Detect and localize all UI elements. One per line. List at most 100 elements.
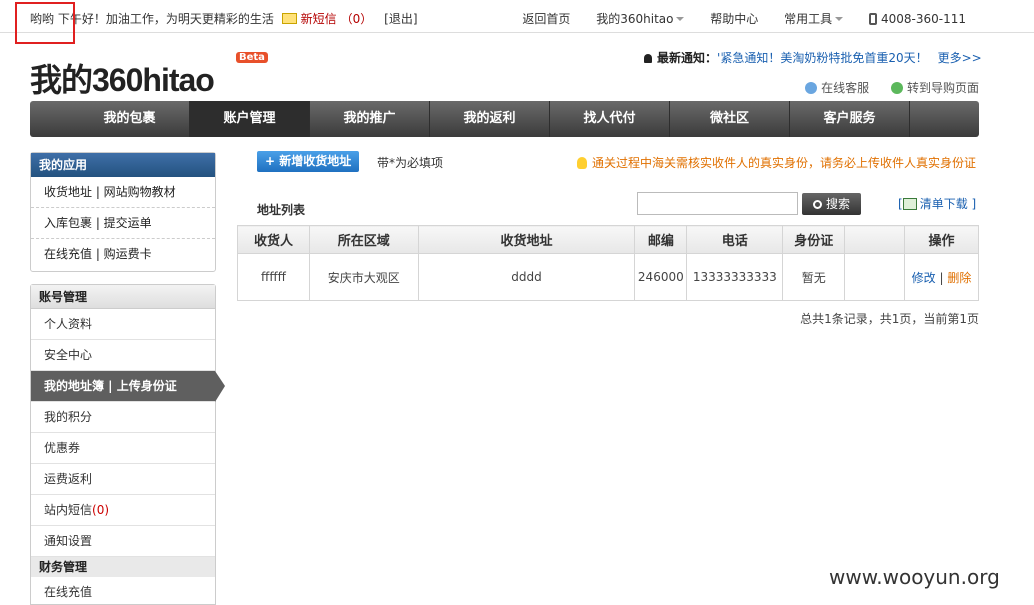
watermark: www.wooyun.org [829,565,1000,589]
active-arrow-icon [215,371,225,402]
spreadsheet-icon [902,198,917,210]
account-title: 账号管理 [31,285,215,309]
sidebar-item-online-recharge[interactable]: 在线充值 [31,577,215,605]
bracket-right: ] [971,197,977,211]
home-link[interactable]: 返回首页 [522,10,570,27]
main-nav: 我的包裹 账户管理 我的推广 我的返利 找人代付 微社区 客户服务 [30,101,979,137]
cell-extra [844,253,906,301]
shopping-guide-link[interactable]: 转到导购页面 [890,81,979,95]
pagination-summary: 总共1条记录，共1页，当前第1页 [800,312,979,326]
messages-count: （0） [340,12,373,26]
sidebar-item-shipping-rebate[interactable]: 运费返利 [31,464,215,495]
edit-link[interactable]: 修改 [912,271,936,285]
action-separator: | [939,270,944,285]
sidebar-item-messages[interactable]: 站内短信(0) [31,495,215,526]
tools-menu[interactable]: 常用工具 [784,10,844,27]
tab-customer-service[interactable]: 客户服务 [790,101,910,137]
tab-micro-community[interactable]: 微社区 [670,101,790,137]
search-input[interactable] [637,192,798,215]
finance-title: 财务管理 [31,557,215,577]
col-actions: 操作 [904,225,979,254]
search-button[interactable]: 搜索 [802,193,861,215]
lightbulb-icon [577,157,587,169]
cell-id-card: 暂无 [782,253,846,301]
cell-zip: 246000 [634,253,688,301]
online-service-link[interactable]: 在线客服 [805,81,869,95]
col-zip: 邮编 [634,225,688,254]
top-links: 返回首页 我的360hitao 帮助中心 常用工具 4008-360-111 [500,10,966,27]
col-extra [844,225,906,254]
site-logo[interactable]: 我的360hitao [30,55,215,101]
customer-service-icon [805,82,818,94]
help-link[interactable]: 帮助中心 [710,10,758,27]
my-apps-title: 我的应用 [31,153,215,177]
header-links: 在线客服 转到导购页面 [787,79,979,96]
my-360hitao-label: 我的360hitao [596,12,674,26]
customs-tip: 通关过程中海关需核实收件人的真实身份，请务必上传收件人真实身份证 [577,154,976,171]
required-note: 带*为必填项 [377,156,444,170]
my-apps-panel: 我的应用 收货地址 | 网站购物教材 入库包裹 | 提交运单 在线充值 | 购运… [30,152,216,272]
col-id-card: 身份证 [782,225,846,254]
col-region: 所在区域 [308,225,419,254]
cell-recipient: ffffff [237,253,310,301]
chevron-down-icon [835,17,844,21]
envelope-icon [281,13,297,24]
shopping-guide-label: 转到导购页面 [906,81,979,95]
online-service-label: 在线客服 [821,81,870,95]
sidebar-item-inbound-waybill[interactable]: 入库包裹 | 提交运单 [31,208,215,239]
phone-text: 4008-360-111 [880,12,966,26]
address-list-title: 地址列表 [257,203,306,217]
search-button-label: 搜索 [825,197,850,211]
notice-link[interactable]: '紧急通知！美淘奶粉特批免首重20天！ [717,51,928,65]
account-panel: 账号管理 个人资料 安全中心 我的地址簿 | 上传身份证 我的积分 优惠券 运费… [30,284,225,605]
add-address-button[interactable]: + 新增收货地址 [257,151,360,172]
phone-number: 4008-360-111 [868,12,966,26]
search-icon [812,200,822,209]
delete-link[interactable]: 删除 [947,271,971,285]
table-header-row: 收货人 所在区域 收货地址 邮编 电话 身份证 操作 [237,225,979,254]
messages-label: 站内短信 [44,503,93,517]
sidebar-item-security[interactable]: 安全中心 [31,340,215,371]
cell-address: dddd [417,253,636,301]
sidebar-item-recharge-card[interactable]: 在线充值 | 购运费卡 [31,239,215,270]
col-address: 收货地址 [417,225,636,254]
address-table: 收货人 所在区域 收货地址 邮编 电话 身份证 操作 ffffff 安庆市大观区… [237,225,979,301]
tab-my-rebate[interactable]: 我的返利 [430,101,550,137]
my-360hitao-menu[interactable]: 我的360hitao [596,10,685,27]
messages-label: 新短信 [300,12,337,26]
notice-bar: 最新通知：'紧急通知！美淘奶粉特批免首重20天！ 更多>> [644,49,982,66]
cell-actions: 修改 | 删除 [904,253,979,301]
tab-find-payer[interactable]: 找人代付 [550,101,670,137]
notice-more-link[interactable]: 更多>> [938,51,982,65]
sidebar-item-points[interactable]: 我的积分 [31,402,215,433]
messages-count: (0) [92,503,110,517]
chevron-down-icon [676,17,685,21]
user-bar: 哟哟 下午好！加油工作，为明天更精彩的生活 新短信 （0） [退出] [30,10,422,27]
tab-my-promotion[interactable]: 我的推广 [310,101,430,137]
address-book-label: 我的地址簿 | 上传身份证 [44,379,177,393]
beta-badge: Beta [236,52,268,63]
highlight-box [15,2,75,44]
tools-label: 常用工具 [784,12,833,26]
download-label: 清单下载 [919,197,968,211]
sidebar-item-notification-settings[interactable]: 通知设置 [31,526,215,557]
sidebar-item-profile[interactable]: 个人资料 [31,309,215,340]
notice-label: 最新通知： [657,51,718,65]
phone-icon [868,13,877,25]
col-phone: 电话 [686,225,784,254]
sidebar-item-address-book[interactable]: 我的地址簿 | 上传身份证 [31,371,225,402]
col-recipient: 收货人 [237,225,310,254]
tab-account-management[interactable]: 账户管理 [190,101,310,137]
download-list-link[interactable]: [清单下载 ] [898,195,976,212]
tab-my-packages[interactable]: 我的包裹 [70,101,190,137]
cell-region: 安庆市大观区 [308,253,419,301]
table-row: ffffff 安庆市大观区 dddd 246000 13333333333 暂无… [237,253,979,301]
logout-link[interactable]: [退出] [384,12,417,26]
customs-tip-text: 通关过程中海关需核实收件人的真实身份，请务必上传收件人真实身份证 [592,156,977,170]
top-bar: 哟哟 下午好！加油工作，为明天更精彩的生活 新短信 （0） [退出] 返回首页 我… [0,0,1034,33]
messages-link[interactable]: 新短信 （0） [281,12,377,26]
sidebar-item-coupons[interactable]: 优惠券 [31,433,215,464]
cell-phone: 13333333333 [686,253,784,301]
sidebar-item-address-tutorial[interactable]: 收货地址 | 网站购物教材 [31,177,215,208]
guide-icon [890,82,903,94]
